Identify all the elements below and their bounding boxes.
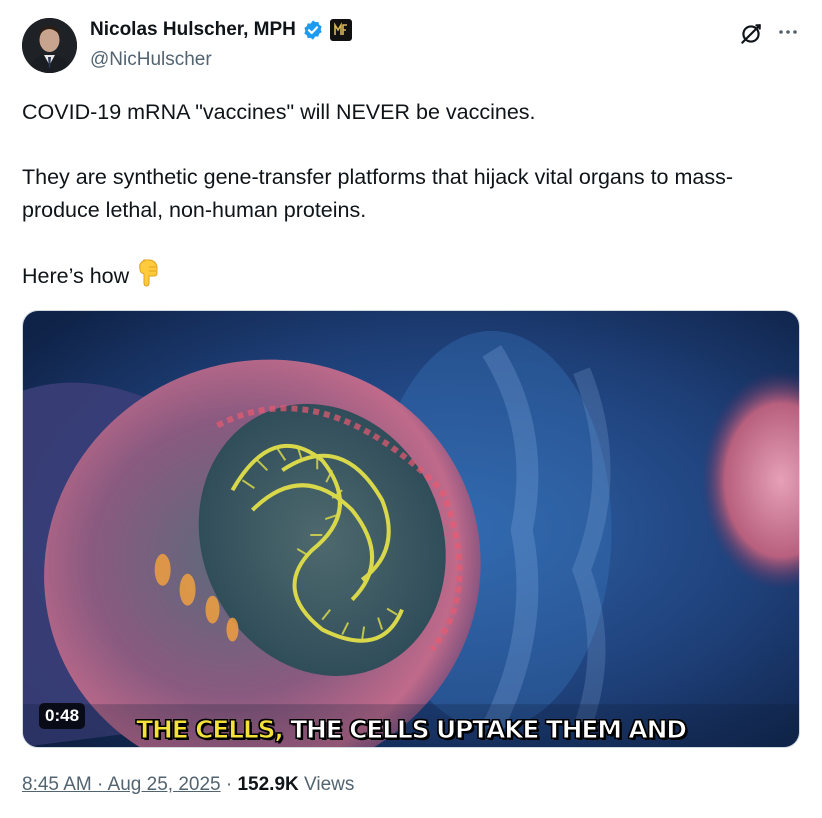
tweet-meta: 8:45 AM · Aug 25, 2025 · 152.9K Views: [22, 774, 354, 796]
more-options-icon[interactable]: [776, 20, 800, 44]
avatar-image: [22, 18, 77, 73]
pointing-down-emoji-icon: [139, 259, 158, 287]
tweet-text: COVID-19 mRNA "vaccines" will NEVER be v…: [22, 96, 792, 293]
timestamp-link[interactable]: 8:45 AM · Aug 25, 2025: [22, 774, 221, 795]
author-handle[interactable]: @NicHulscher: [90, 49, 212, 71]
caption-text: THE CELLS UPTAKE THEM AND: [290, 715, 688, 745]
author-name-row: Nicolas Hulscher, MPH: [90, 19, 352, 41]
tweet-paragraph-text: Here’s how: [22, 264, 130, 288]
video-player[interactable]: 0:48 THE CELLS, THE CELLS UPTAKE THEM AN…: [22, 310, 800, 748]
caption-highlight: THE CELLS,: [136, 715, 285, 745]
verified-badge-icon[interactable]: [302, 19, 324, 41]
grok-icon[interactable]: [738, 21, 764, 47]
meta-separator: ·: [225, 774, 233, 795]
tweet-paragraph: They are synthetic gene-transfer platfor…: [22, 165, 734, 222]
video-caption: THE CELLS, THE CELLS UPTAKE THEM AND: [23, 715, 799, 745]
views-label: Views: [304, 774, 355, 795]
video-thumbnail: [23, 311, 799, 747]
author-display-name[interactable]: Nicolas Hulscher, MPH: [90, 19, 296, 41]
affiliate-badge-icon[interactable]: [329, 19, 352, 41]
avatar[interactable]: [22, 18, 77, 73]
tweet-paragraph: COVID-19 mRNA "vaccines" will NEVER be v…: [22, 100, 536, 124]
tweet-paragraph: Here’s how: [22, 259, 792, 293]
views-count: 152.9K: [237, 774, 299, 795]
affiliate-logo-icon: [331, 21, 350, 39]
